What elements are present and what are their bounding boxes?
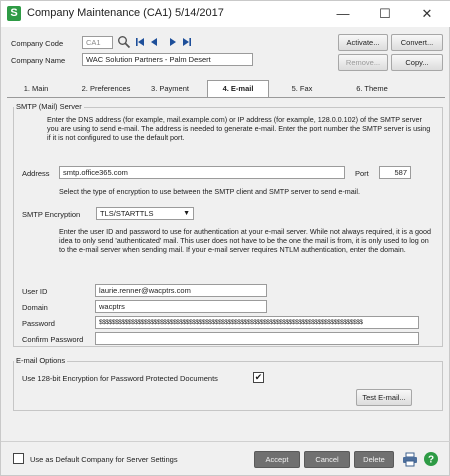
default-company-checkbox[interactable] — [13, 453, 24, 464]
last-record-icon[interactable] — [182, 37, 192, 47]
default-company-label: Use as Default Company for Server Settin… — [30, 455, 178, 464]
smtp-encryption-value: TLS/STARTTLS — [100, 209, 154, 218]
tab-divider — [7, 97, 445, 98]
smtp-intro-text: Enter the DNS address (for example, mail… — [47, 115, 431, 143]
convert-button[interactable]: Convert... — [391, 34, 443, 51]
svg-text:?: ? — [428, 455, 434, 466]
chevron-down-icon: ▼ — [183, 210, 190, 217]
address-input[interactable]: smtp.office365.com — [59, 166, 345, 179]
minimize-button[interactable]: — — [323, 3, 363, 25]
encryption-checkbox[interactable]: ✔ — [253, 372, 264, 383]
cancel-button[interactable]: Cancel — [304, 451, 350, 468]
company-name-input[interactable]: WAC Solution Partners - Palm Desert — [82, 53, 253, 66]
close-button[interactable]: ✕ — [407, 3, 447, 25]
tab-preferences[interactable]: 2. Preferences — [75, 82, 137, 96]
app-logo-icon: S — [7, 6, 21, 21]
printer-icon[interactable] — [402, 452, 418, 467]
company-code-input[interactable]: CA1 — [82, 36, 113, 49]
remove-button[interactable]: Remove... — [338, 54, 388, 71]
test-email-button[interactable]: Test E-mail... — [356, 389, 412, 406]
auth-intro-text: Enter the user ID and password to use fo… — [59, 227, 431, 255]
first-record-icon[interactable] — [135, 37, 145, 47]
smtp-encryption-label: SMTP Encryption — [22, 210, 81, 219]
copy-button[interactable]: Copy... — [391, 54, 443, 71]
company-code-label: Company Code — [11, 39, 64, 48]
tab-fax[interactable]: 5. Fax — [285, 82, 319, 96]
company-name-label: Company Name — [11, 56, 66, 65]
next-record-icon[interactable] — [168, 37, 178, 47]
port-label: Port — [355, 169, 369, 178]
email-options-title: E-mail Options — [14, 356, 68, 365]
smtp-group-title: SMTP (Mail) Server — [14, 102, 84, 111]
port-input[interactable]: 587 — [379, 166, 411, 179]
domain-label: Domain — [22, 303, 48, 312]
company-maintenance-window: S Company Maintenance (CA1) 5/14/2017 — … — [0, 0, 450, 476]
user-id-label: User ID — [22, 287, 48, 296]
user-id-input[interactable]: laurie.renner@wacptrs.com — [95, 284, 267, 297]
previous-record-icon[interactable] — [149, 37, 159, 47]
confirm-password-label: Confirm Password — [22, 335, 84, 344]
activate-button[interactable]: Activate... — [338, 34, 388, 51]
title-bar: S Company Maintenance (CA1) 5/14/2017 — … — [1, 1, 450, 27]
encryption-intro-text: Select the type of encryption to use bet… — [59, 187, 360, 196]
accept-button[interactable]: Accept — [254, 451, 300, 468]
confirm-password-input[interactable] — [95, 332, 419, 345]
help-icon[interactable]: ? — [423, 451, 439, 467]
lookup-search-icon[interactable] — [117, 35, 131, 49]
password-input[interactable]: $$$$$$$$$$$$$$$$$$$$$$$$$$$$$$$$$$$$$$$$… — [95, 316, 419, 329]
tab-email[interactable]: 4. E-mail — [207, 80, 269, 98]
tab-payment[interactable]: 3. Payment — [146, 82, 194, 96]
tab-main[interactable]: 1. Main — [15, 82, 57, 96]
password-label: Password — [22, 319, 55, 328]
encryption-checkbox-label: Use 128-bit Encryption for Password Prot… — [22, 374, 218, 383]
tab-theme[interactable]: 6. Theme — [351, 82, 393, 96]
delete-button[interactable]: Delete — [354, 451, 394, 468]
address-label: Address — [22, 169, 50, 178]
footer-divider — [1, 441, 450, 442]
domain-input[interactable]: wacptrs — [95, 300, 267, 313]
window-title: Company Maintenance (CA1) 5/14/2017 — [27, 7, 224, 19]
maximize-button[interactable]: ☐ — [365, 3, 405, 25]
smtp-encryption-select[interactable]: TLS/STARTTLS ▼ — [96, 207, 194, 220]
